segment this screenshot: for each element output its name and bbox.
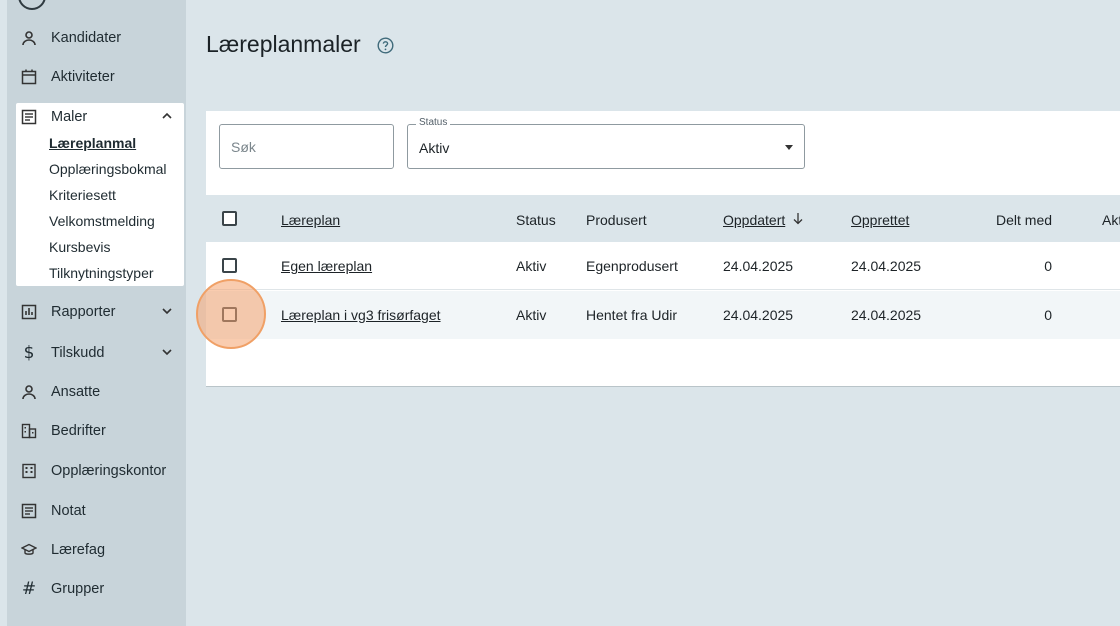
row-checkbox[interactable] <box>222 307 237 322</box>
table-row: Egen læreplan Aktiv Egenprodusert 24.04.… <box>206 242 1120 290</box>
office-icon <box>19 461 39 481</box>
row-status: Aktiv <box>516 258 547 274</box>
templates-card: Status Aktiv Læreplan Status Produsert O… <box>206 111 1120 387</box>
sidebar-item-label: Aktiviteter <box>51 69 115 85</box>
chevron-up-icon <box>161 110 173 126</box>
row-checkbox[interactable] <box>222 258 237 273</box>
row-name-link[interactable]: Læreplan i vg3 frisørfaget <box>281 307 441 323</box>
sidebar-item-label: Opplæringskontor <box>51 463 167 479</box>
sidebar-item-rapporter[interactable]: Rapporter <box>16 299 176 325</box>
chevron-down-icon <box>161 305 173 321</box>
search-input[interactable] <box>219 124 394 169</box>
dropdown-arrow-icon <box>785 145 793 150</box>
sidebar-item-label: Tilskudd <box>51 345 105 361</box>
sidebar-subitem-laereplanmal[interactable]: Læreplanmal <box>49 135 136 151</box>
bar-chart-icon <box>19 302 39 322</box>
select-all-checkbox[interactable] <box>222 211 237 226</box>
sidebar-item-kandidater[interactable]: Kandidater <box>16 25 176 51</box>
sidebar-item-label: Grupper <box>51 581 105 597</box>
sidebar-subitem-tilknytningstyper[interactable]: Tilknytningstyper <box>49 265 154 281</box>
sidebar-item-grupper[interactable]: # Grupper <box>16 576 176 602</box>
note-icon <box>19 107 39 127</box>
status-select-label: Status <box>416 117 451 128</box>
note-icon <box>19 501 39 521</box>
sidebar-subitem-kursbevis[interactable]: Kursbevis <box>49 239 110 255</box>
row-name-link[interactable]: Egen læreplan <box>281 258 372 274</box>
column-header-produsert: Produsert <box>586 212 647 228</box>
sidebar-subitem-opplaeringsbokmal[interactable]: Opplæringsbokmal <box>49 161 167 177</box>
sort-arrow-down-icon <box>792 212 804 228</box>
building-icon <box>19 421 39 441</box>
column-header-aktiv: Akt <box>1102 212 1120 228</box>
sidebar-item-label: Lærefag <box>51 542 106 558</box>
column-header-laereplan[interactable]: Læreplan <box>281 212 340 228</box>
sidebar-item-label: Rapporter <box>51 304 116 320</box>
sidebar-item-laerefag[interactable]: Lærefag <box>16 537 176 563</box>
row-delt-med: 0 <box>1044 258 1052 274</box>
row-produsert: Egenprodusert <box>586 258 678 274</box>
row-oppdatert: 24.04.2025 <box>723 258 794 274</box>
status-select-value: Aktiv <box>419 140 450 156</box>
row-opprettet: 24.04.2025 <box>851 307 922 323</box>
sidebar-item-label: Kandidater <box>51 30 122 46</box>
sidebar-item-aktiviteter[interactable]: Aktiviteter <box>16 64 176 90</box>
sidebar-group-maler: Maler Læreplanmal Opplæringsbokmal Krite… <box>16 103 184 286</box>
table-header: Læreplan Status Produsert Oppdatert Oppr… <box>206 195 1120 242</box>
sidebar-item-opplaeringskontor[interactable]: Opplæringskontor <box>16 458 176 484</box>
row-opprettet: 24.04.2025 <box>851 258 922 274</box>
row-delt-med: 0 <box>1044 307 1052 323</box>
column-header-opprettet[interactable]: Opprettet <box>851 212 909 228</box>
column-header-delt-med: Delt med <box>996 212 1053 228</box>
sidebar-subitem-velkomstmelding[interactable]: Velkomstmelding <box>49 213 155 229</box>
sidebar-subitem-kriteriesett[interactable]: Kriteriesett <box>49 187 116 203</box>
status-select[interactable]: Status Aktiv <box>407 117 805 169</box>
dollar-icon: $ <box>23 343 35 363</box>
calendar-icon <box>19 67 39 87</box>
person-icon <box>19 28 39 48</box>
sidebar-item-tilskudd[interactable]: $ Tilskudd <box>16 340 176 366</box>
sidebar-item-maler[interactable]: Maler <box>16 104 176 130</box>
sidebar-item-label: Ansatte <box>51 384 101 400</box>
row-produsert: Hentet fra Udir <box>586 307 678 323</box>
chevron-down-icon <box>161 346 173 362</box>
column-header-status: Status <box>516 212 556 228</box>
help-icon[interactable] <box>377 37 394 54</box>
table-row: Læreplan i vg3 frisørfaget Aktiv Hentet … <box>206 291 1120 339</box>
sidebar-item-label: Bedrifter <box>51 423 106 439</box>
page-title: Læreplanmaler <box>206 31 361 57</box>
row-status: Aktiv <box>516 307 547 323</box>
sidebar-item-bedrifter[interactable]: Bedrifter <box>16 418 176 444</box>
sidebar-item-notat[interactable]: Notat <box>16 498 176 524</box>
sidebar-item-label: Notat <box>51 503 86 519</box>
column-header-oppdatert[interactable]: Oppdatert <box>723 212 785 228</box>
person-icon <box>19 382 39 402</box>
sidebar-item-label: Maler <box>51 109 88 125</box>
sidebar: Kandidater Aktiviteter Maler Læreplanmal… <box>7 0 186 626</box>
logo-icon <box>18 0 46 10</box>
row-oppdatert: 24.04.2025 <box>723 307 794 323</box>
sidebar-item-ansatte[interactable]: Ansatte <box>16 379 176 405</box>
school-icon <box>19 540 39 560</box>
hash-icon: # <box>21 579 37 599</box>
